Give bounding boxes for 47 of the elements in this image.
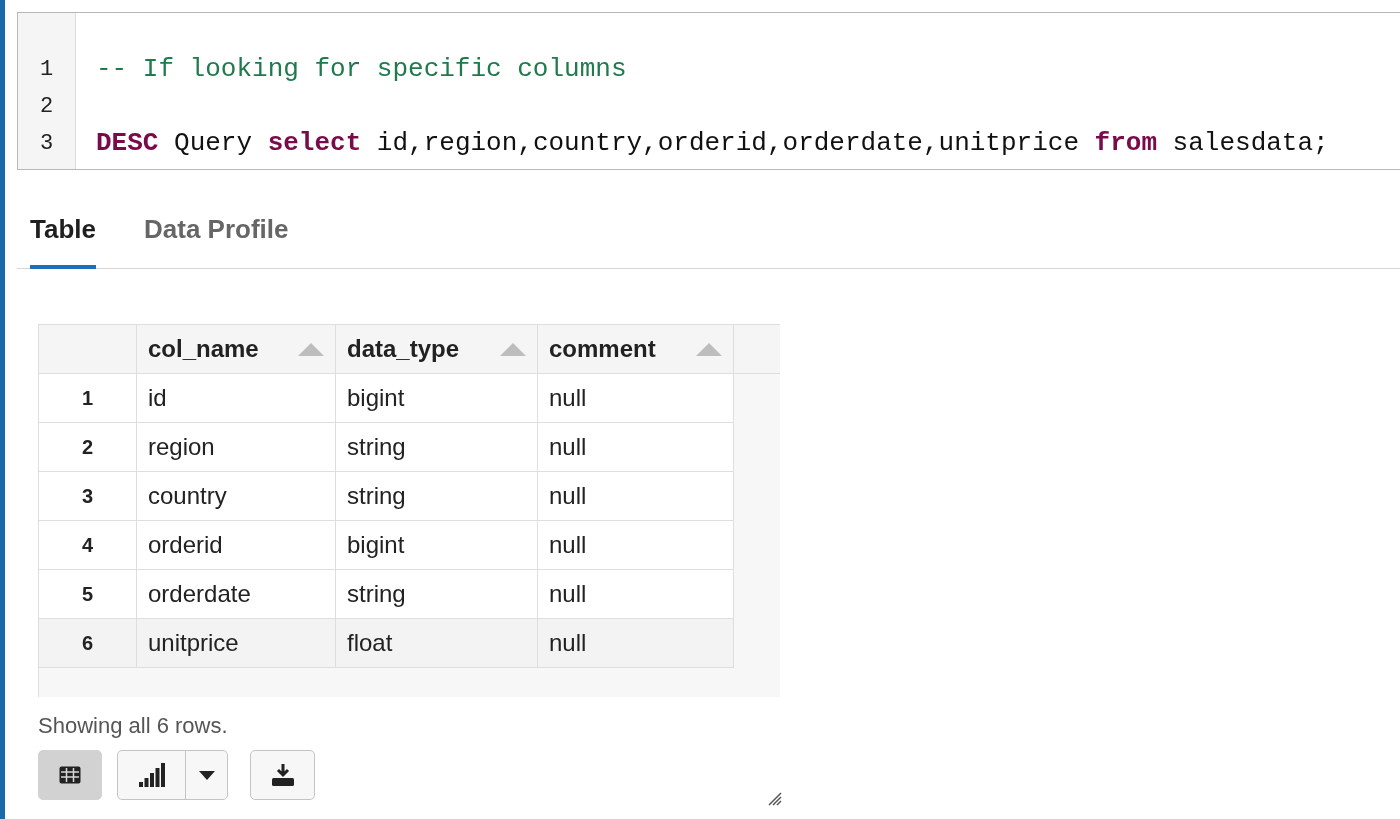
chart-button[interactable] [117,750,228,800]
tab[interactable]: Data Profile [144,210,289,269]
table-cell: id [137,374,336,423]
table-cell: country [137,472,336,521]
line-number: 1 [38,56,55,84]
table-cell: string [336,472,538,521]
caret-icon[interactable] [198,770,215,780]
table-cell: null [538,570,734,619]
table-cell: bigint [336,374,538,423]
download-button[interactable] [250,750,315,800]
row-number: 4 [39,521,137,570]
table-cell: float [336,619,538,668]
column-header[interactable]: col_name [137,325,336,374]
row-number: 5 [39,570,137,619]
table-cell: null [538,423,734,472]
bar-chart-icon [138,763,165,787]
table-cell: string [336,423,538,472]
table-view-button[interactable] [38,750,102,800]
row-number: 6 [39,619,137,668]
table-cell: null [538,472,734,521]
table-cell: null [538,619,734,668]
table-cell: orderdate [137,570,336,619]
row-number: 1 [39,374,137,423]
tab[interactable]: Table [30,210,96,269]
table-cell: unitprice [137,619,336,668]
table-cell: string [336,570,538,619]
sort-icon [696,342,722,356]
table-icon [59,766,81,784]
table-cell: null [538,521,734,570]
column-header[interactable]: data_type [336,325,538,374]
code-editor[interactable]: 1 2 3 -- If looking for specific columns DESC Query select id,region,country,orderid,orderdate,unitprice from salesdata; [17,12,1400,170]
resize-grip-icon[interactable] [766,790,782,806]
code-line: DESC Query select id,region,country,orderid,orderdate,unitprice from salesdata; [96,127,1329,160]
row-number: 3 [39,472,137,521]
table-cell: null [538,374,734,423]
table-cell: region [137,423,336,472]
line-number: 2 [38,93,55,121]
table-cell: orderid [137,521,336,570]
row-count-text: Showing all 6 rows. [38,712,229,740]
sort-icon [500,342,526,356]
line-number: 3 [38,130,55,158]
row-number: 2 [39,423,137,472]
column-header[interactable]: comment [538,325,734,374]
table-cell: bigint [336,521,538,570]
download-icon [271,764,294,786]
sort-icon [298,342,324,356]
code-line: -- If looking for specific columns [96,53,628,86]
